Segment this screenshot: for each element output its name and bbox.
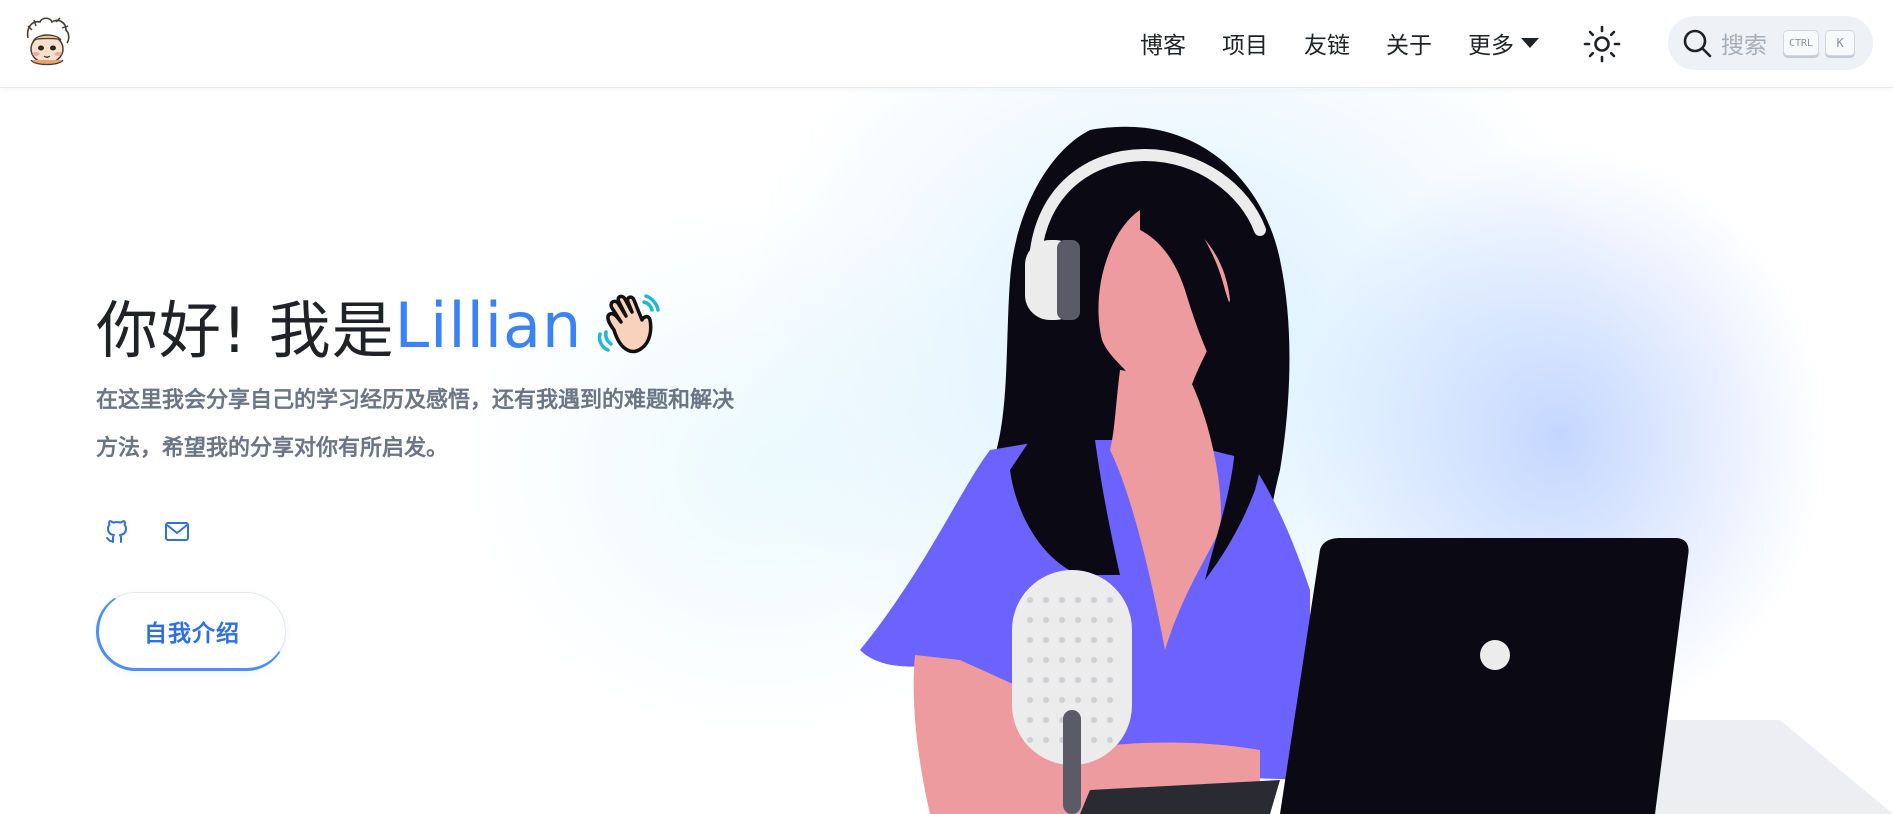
description-line: 方法，希望我的分享对你有所启发。 [96, 436, 449, 461]
nav-item-blog[interactable]: 博客 [1140, 26, 1186, 60]
nav-item-projects[interactable]: 项目 [1222, 26, 1268, 60]
shortcut-key-ctrl: CTRL [1783, 30, 1820, 56]
logo-avatar-icon[interactable] [22, 16, 74, 68]
nav-item-label: 项目 [1222, 33, 1268, 59]
greeting-name: Lillian [394, 288, 583, 362]
nav-item-more-dropdown[interactable]: 更多 [1468, 26, 1539, 60]
nav-item-label: 友链 [1304, 33, 1350, 59]
nav-item-label: 博客 [1140, 33, 1186, 59]
greeting-text: 你好! 我是 [96, 294, 395, 367]
caret-down-icon [1521, 38, 1539, 48]
nav-item-friends[interactable]: 友链 [1304, 26, 1350, 60]
mail-icon[interactable] [163, 517, 191, 545]
search-button[interactable]: 搜索 CTRL K [1668, 16, 1873, 70]
sun-icon[interactable] [1582, 24, 1622, 64]
hero-illustration [860, 126, 1689, 814]
github-icon[interactable] [103, 517, 131, 545]
site-header: 博客 项目 友链 关于 更多 搜索 CTRL K [0, 0, 1893, 88]
waving-hand-icon [598, 294, 661, 354]
description-line: 在这里我会分享自己的学习经历及感悟，还有我遇到的难题和解决 [96, 388, 735, 413]
search-placeholder: 搜索 [1721, 33, 1767, 59]
search-icon [1683, 29, 1712, 58]
nav-item-label: 关于 [1386, 33, 1432, 59]
shortcut-key-k: K [1825, 30, 1856, 56]
main-nav: 博客 项目 友链 关于 更多 [1140, 0, 1565, 86]
nav-item-label: 更多 [1468, 33, 1514, 59]
about-me-button[interactable]: 自我介绍 [96, 592, 286, 671]
hero-description: 在这里我会分享自己的学习经历及感悟，还有我遇到的难题和解决 方法，希望我的分享对… [96, 377, 796, 473]
hero-greeting: 你好! 我是 Lillian [96, 285, 664, 367]
social-links [103, 517, 223, 545]
nav-item-about[interactable]: 关于 [1386, 26, 1432, 60]
